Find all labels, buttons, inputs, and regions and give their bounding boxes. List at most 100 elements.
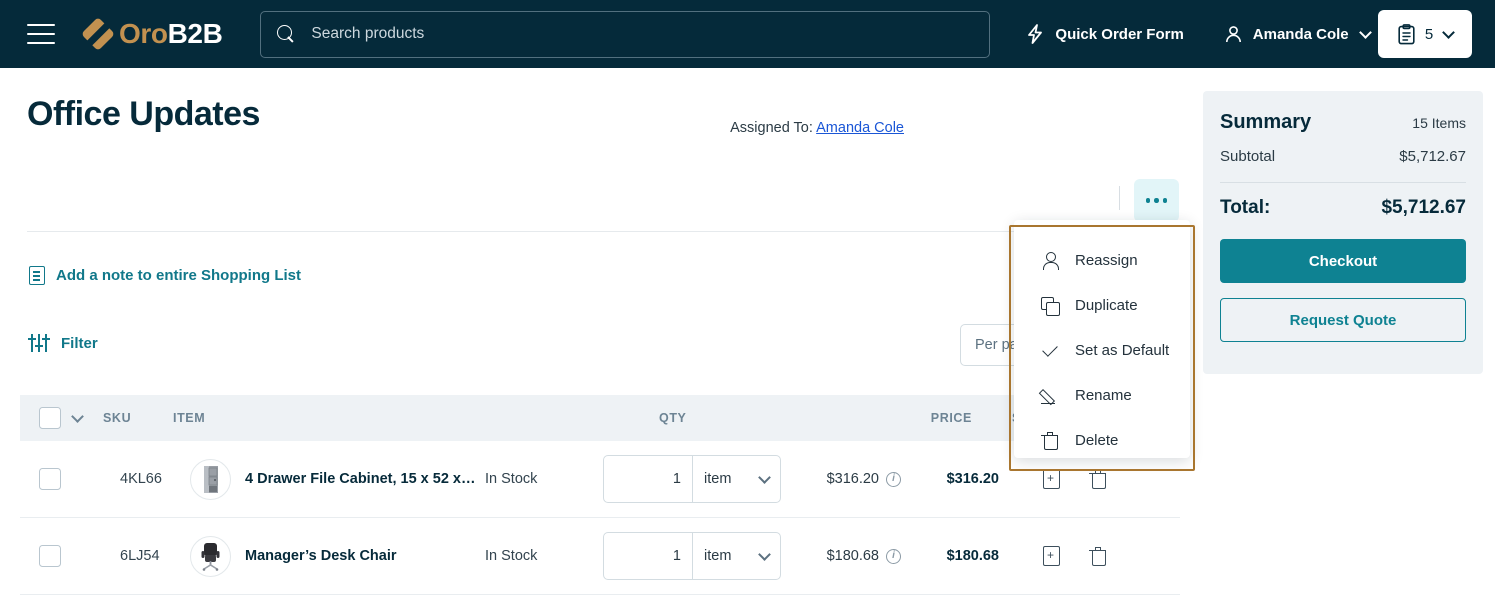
hamburger-bar	[27, 32, 55, 36]
summary-divider	[1220, 182, 1466, 183]
summary-heading-row: Summary 15 Items	[1220, 111, 1466, 134]
row-item: 4 Drawer File Cabinet, 15 x 52 x…	[190, 458, 485, 500]
summary-subtotal-value: $5,712.67	[1399, 148, 1466, 165]
menu-item-duplicate[interactable]: Duplicate	[1014, 283, 1190, 328]
more-actions-button[interactable]	[1134, 179, 1179, 222]
pencil-icon	[1041, 387, 1059, 405]
row-stock-status: In Stock	[485, 548, 538, 564]
row-unit-label: item	[704, 548, 732, 564]
quick-order-form-link[interactable]: Quick Order Form	[1025, 24, 1184, 44]
menu-item-reassign[interactable]: Reassign	[1014, 238, 1190, 283]
brand-text: OroB2B	[119, 18, 223, 50]
row-subtotal: $316.20	[946, 471, 999, 487]
add-note-icon[interactable]	[1043, 469, 1060, 489]
menu-item-label: Delete	[1075, 432, 1119, 449]
assigned-to-user-link[interactable]: Amanda Cole	[816, 120, 904, 136]
check-icon	[1041, 342, 1059, 360]
row-qty-input[interactable]: 1	[604, 471, 692, 487]
menu-item-set-as-default[interactable]: Set as Default	[1014, 328, 1190, 373]
info-icon[interactable]: i	[886, 471, 901, 487]
add-note-label: Add a note to entire Shopping List	[56, 267, 301, 284]
menu-item-label: Set as Default	[1075, 342, 1170, 359]
chevron-down-icon	[758, 547, 771, 561]
row-actions	[1043, 546, 1106, 566]
row-price-value: $316.20	[826, 471, 879, 487]
summary-total-label: Total:	[1220, 197, 1271, 218]
row-item-name[interactable]: Manager’s Desk Chair	[245, 548, 397, 564]
checkout-button[interactable]: Checkout	[1220, 239, 1466, 283]
row-unit-select[interactable]: item	[692, 456, 780, 502]
filter-label: Filter	[61, 334, 98, 352]
info-icon[interactable]: i	[886, 548, 901, 564]
ellipsis-dot	[1162, 198, 1168, 203]
shopping-list-table: SKU ITEM QTY PRICE SUBT 4KL66	[20, 395, 1180, 595]
lightning-icon	[1028, 24, 1043, 44]
row-stock-status: In Stock	[485, 471, 538, 487]
column-header-qty: QTY	[659, 411, 687, 425]
menu-item-label: Rename	[1075, 387, 1132, 404]
shopping-list-button[interactable]: 5	[1378, 10, 1472, 58]
clipboard-list-icon	[1398, 23, 1415, 44]
summary-total-value: $5,712.67	[1381, 197, 1466, 218]
row-qty-control[interactable]: 1 item	[603, 532, 781, 580]
chevron-down-icon	[1358, 25, 1372, 39]
trash-icon	[1041, 431, 1059, 450]
trash-icon[interactable]	[1089, 546, 1106, 566]
menu-item-label: Reassign	[1075, 252, 1138, 269]
copy-icon	[1041, 296, 1060, 316]
filter-button[interactable]: Filter	[28, 334, 98, 352]
row-item-name[interactable]: 4 Drawer File Cabinet, 15 x 52 x…	[245, 471, 476, 487]
hamburger-icon[interactable]	[27, 24, 55, 44]
sliders-icon	[28, 334, 50, 352]
brand-logo[interactable]: OroB2B	[81, 17, 223, 51]
person-icon	[1041, 251, 1059, 270]
ellipsis-dot	[1154, 198, 1159, 203]
ellipsis-dot	[1145, 198, 1151, 203]
row-actions	[1043, 469, 1106, 489]
trash-icon[interactable]	[1089, 469, 1106, 489]
row-checkbox[interactable]	[39, 468, 61, 490]
row-qty-control[interactable]: 1 item	[603, 455, 781, 503]
row-price: $180.68 i	[781, 548, 901, 564]
request-quote-button[interactable]: Request Quote	[1220, 298, 1466, 342]
document-icon	[29, 266, 45, 285]
menu-item-delete[interactable]: Delete	[1014, 418, 1190, 463]
page-body: Office Updates Assigned To: Amanda Cole …	[0, 68, 1495, 595]
row-price: $316.20 i	[781, 471, 901, 487]
add-note-link[interactable]: Add a note to entire Shopping List	[29, 266, 301, 285]
row-item: Manager’s Desk Chair	[190, 535, 485, 577]
page-title: Office Updates	[27, 95, 260, 133]
chevron-down-icon[interactable]	[71, 409, 84, 423]
column-header-price: PRICE	[930, 411, 972, 425]
brand-text-b2b: B2B	[167, 18, 223, 49]
divider	[1119, 186, 1120, 210]
table-row: 4KL66 4 Drawer File Cabinet, 15 x 52 x…	[20, 441, 1180, 518]
search-placeholder: Search products	[311, 25, 425, 42]
hamburger-bar	[27, 41, 55, 44]
row-checkbox[interactable]	[39, 545, 61, 567]
column-header-sku: SKU	[103, 411, 132, 425]
add-note-icon[interactable]	[1043, 546, 1060, 566]
row-sku: 4KL66	[120, 471, 162, 487]
row-unit-select[interactable]: item	[692, 533, 780, 579]
row-qty-input[interactable]: 1	[604, 548, 692, 564]
summary-total-row: Total: $5,712.67	[1220, 197, 1466, 219]
summary-subtotal-row: Subtotal $5,712.67	[1220, 148, 1466, 165]
menu-item-rename[interactable]: Rename	[1014, 373, 1190, 418]
user-name-label: Amanda Cole	[1252, 25, 1349, 43]
user-menu[interactable]: Amanda Cole	[1224, 25, 1372, 44]
search-input[interactable]: Search products	[260, 10, 991, 58]
search-icon	[277, 25, 295, 43]
chevron-down-icon	[1442, 25, 1456, 39]
title-divider	[27, 231, 1173, 232]
file-cabinet-thumbnail[interactable]	[190, 458, 231, 500]
select-all-checkbox[interactable]	[39, 407, 61, 429]
summary-title: Summary	[1220, 111, 1312, 133]
person-icon	[1225, 25, 1241, 42]
main-content: Office Updates Assigned To: Amanda Cole …	[0, 68, 1200, 595]
oro-diamond-icon	[81, 17, 115, 51]
column-header-item: ITEM	[173, 411, 206, 425]
row-unit-label: item	[704, 471, 732, 487]
actions-dropdown-menu: Reassign Duplicate Set as Default Rename…	[1014, 220, 1190, 458]
desk-chair-thumbnail[interactable]	[190, 535, 231, 577]
